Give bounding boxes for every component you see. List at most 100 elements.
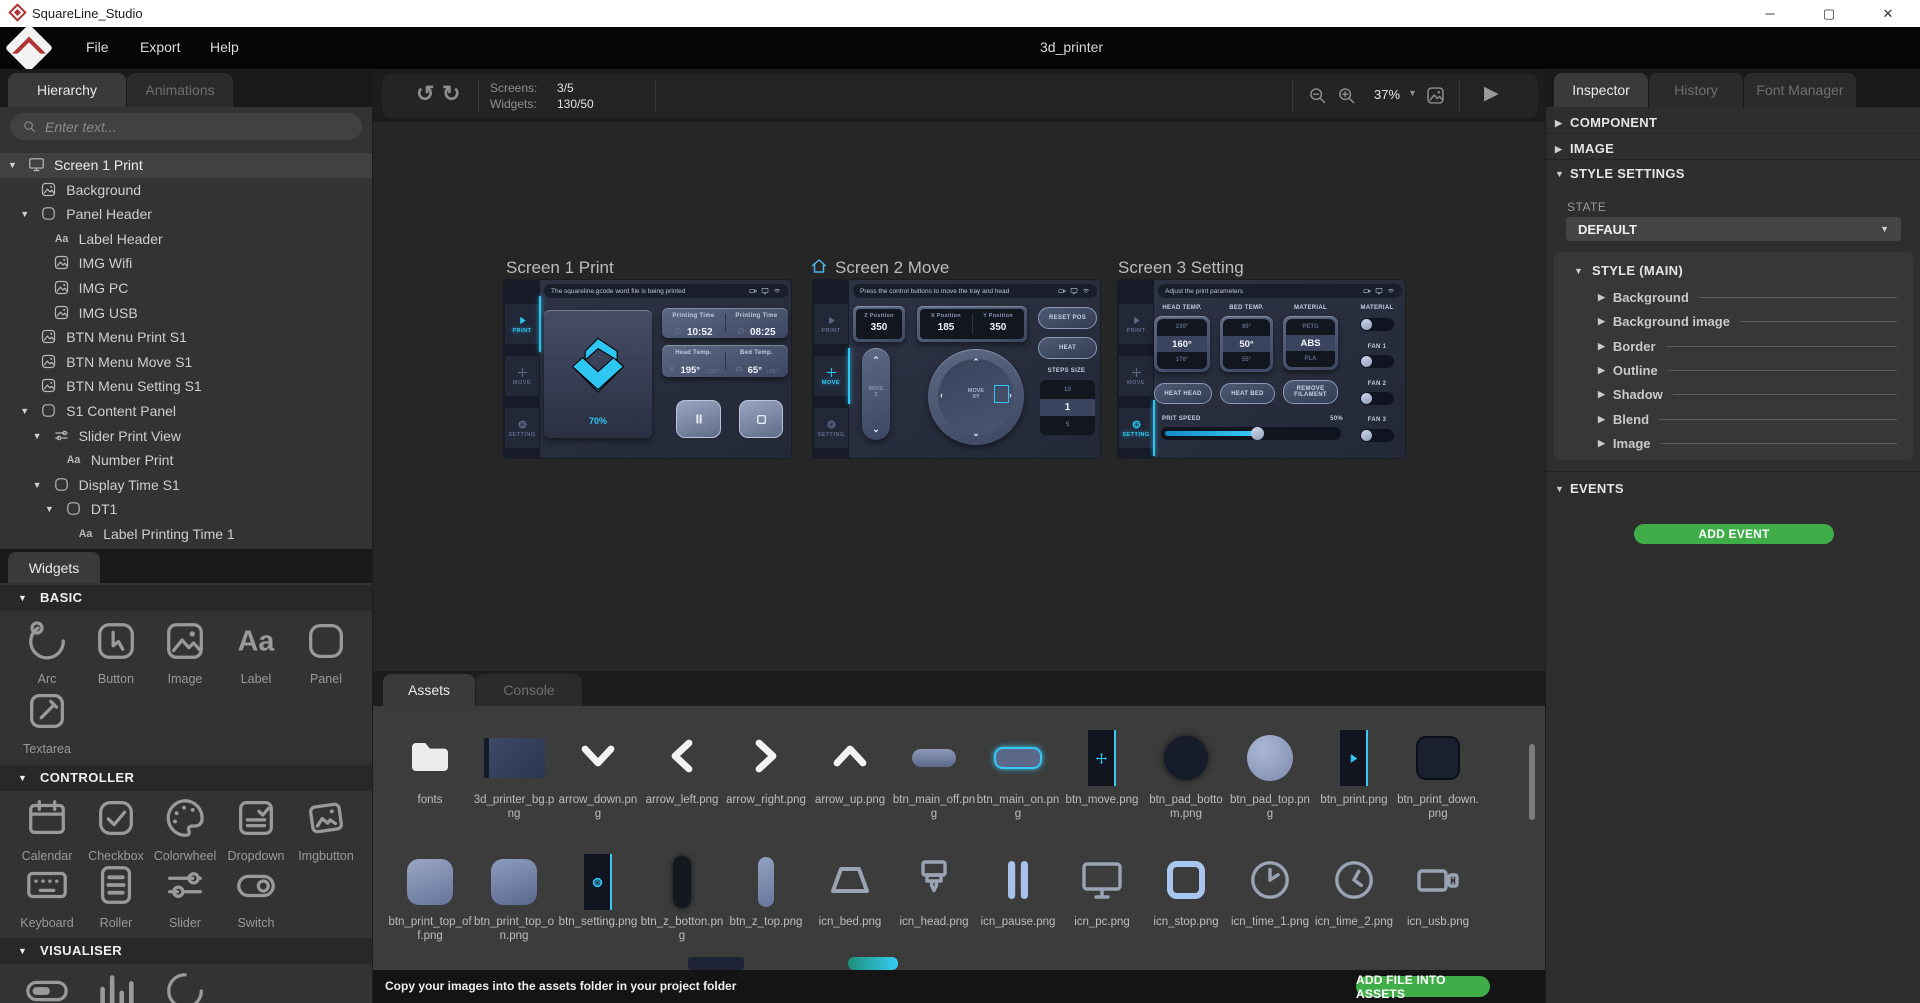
stop-button[interactable] [739,400,783,438]
move-xy-dial[interactable]: ⌃ ⌄ ‹ › MOVEXY [928,349,1024,445]
switch-fan-3[interactable] [1360,429,1394,442]
asset-icn_usb.png[interactable] [1396,850,1480,914]
screen3-thumbnail[interactable]: PRINT MOVE SETTING Adjust the print para… [1118,280,1405,458]
asset-icn_time_1.png[interactable] [1228,850,1312,914]
widget-dropdown[interactable]: Dropdown [221,795,291,863]
switch-fan-1[interactable] [1360,355,1394,368]
screen1-menu-print[interactable]: PRINT [505,304,539,344]
asset-btn_print_down.png[interactable] [1396,726,1480,790]
widget-chart[interactable] [81,968,151,1003]
play-button[interactable]: ▶ [1484,82,1499,105]
widget-panel[interactable]: Panel [291,618,361,686]
print-speed-slider[interactable] [1161,427,1341,440]
style-item-background-image[interactable]: ▶Background image [1554,314,1913,329]
tab-assets[interactable]: Assets [383,674,475,706]
zoom-out-icon[interactable] [1307,85,1328,106]
widget-roller[interactable]: Roller [81,862,151,930]
tree-row[interactable]: ▼Display Time S1 [0,473,373,498]
heat-button[interactable]: HEAT [1038,337,1097,359]
asset-btn_print_top_on.png[interactable] [472,850,556,914]
tree-row[interactable]: IMG USB [0,301,373,326]
tree-row[interactable]: AaLabel Header [0,227,373,252]
style-item-border[interactable]: ▶Border [1554,339,1913,354]
screen3-menu-move[interactable]: MOVE [1119,356,1153,396]
asset-btn_z_botton.png[interactable] [640,850,724,914]
expander-icon[interactable]: ▼ [33,431,42,441]
widget-colorwheel[interactable]: Colorwheel [150,795,220,863]
section-header-basic[interactable]: ▼BASIC [0,585,373,611]
asset-partial-thumb[interactable] [848,957,898,970]
style-item-outline[interactable]: ▶Outline [1554,363,1913,378]
asset-btn_print.png[interactable] [1312,726,1396,790]
zoom-level[interactable]: 37% [1374,87,1400,102]
expander-icon[interactable]: ▼ [33,480,42,490]
material-roller[interactable]: PETG ABS PLA [1283,316,1338,370]
tab-inspector[interactable]: Inspector [1554,73,1648,107]
remove-filament-button[interactable]: REMOVE FILAMENT [1283,380,1338,404]
asset-fonts[interactable] [388,726,472,790]
expander-icon[interactable]: ▼ [20,209,29,219]
tree-row[interactable]: ▼DT1 [0,497,373,522]
asset-btn_main_on.png[interactable] [976,726,1060,790]
screen2-menu-move[interactable]: MOVE [814,356,848,396]
heat-bed-button[interactable]: HEAT BED [1220,383,1275,404]
pause-button[interactable] [676,400,721,438]
menu-help[interactable]: Help [210,39,239,55]
menu-export[interactable]: Export [140,39,180,55]
menu-file[interactable]: File [86,39,109,55]
tree-row[interactable]: ▼Screen 1 Print [0,153,373,178]
widget-slider[interactable]: Slider [150,862,220,930]
screen1-menu-setting[interactable]: SETTING [505,408,539,448]
widget-arc[interactable]: Arc [12,618,82,686]
expander-icon[interactable]: ▼ [20,406,29,416]
tree-row[interactable]: Background [0,178,373,203]
maximize-button[interactable]: ▢ [1807,0,1851,27]
tab-hierarchy[interactable]: Hierarchy [8,73,126,107]
screen2-menu-setting[interactable]: SETTING [814,408,848,448]
asset-arrow_right.png[interactable] [724,726,808,790]
widget-textarea[interactable]: Textarea [12,688,82,756]
reset-pos-button[interactable]: RESET POS [1038,307,1097,329]
asset-btn_z_top.png[interactable] [724,850,808,914]
asset-btn_pad_bottom.png[interactable] [1144,726,1228,790]
zoom-in-icon[interactable] [1336,85,1357,106]
minimize-button[interactable]: ─ [1748,0,1792,27]
tree-row[interactable]: BTN Menu Print S1 [0,325,373,350]
widget-calendar[interactable]: Calendar [12,795,82,863]
tree-row[interactable]: AaLabel Printing Time 1 [0,522,373,547]
expander-icon[interactable]: ▼ [8,160,17,170]
style-item-blend[interactable]: ▶Blend [1554,412,1913,427]
asset-3d_printer_bg.png[interactable] [472,726,556,790]
asset-btn_main_off.png[interactable] [892,726,976,790]
screen3-menu-print[interactable]: PRINT [1119,304,1153,344]
switch-material[interactable] [1360,318,1394,331]
fit-view-icon[interactable] [1425,85,1446,106]
tab-widgets[interactable]: Widgets [8,552,100,583]
widget-button[interactable]: Button [81,618,151,686]
tree-row[interactable]: ▼Slider Print View [0,424,373,449]
head-temp-roller[interactable]: 230° 160° 170° [1154,316,1210,372]
zoom-dropdown-icon[interactable]: ▼ [1408,88,1417,98]
screen1-menu-move[interactable]: MOVE [505,356,539,396]
widget-label[interactable]: AaLabel [221,618,291,686]
asset-icn_stop.png[interactable] [1144,850,1228,914]
switch-fan-2[interactable] [1360,392,1394,405]
assets-scrollbar[interactable] [1529,744,1535,820]
screen1-title[interactable]: Screen 1 Print [506,258,614,278]
asset-icn_time_2.png[interactable] [1312,850,1396,914]
tab-animations[interactable]: Animations [127,73,233,107]
screen2-thumbnail[interactable]: PRINT MOVE SETTING Press the control but… [813,280,1100,458]
section-header-controller[interactable]: ▼CONTROLLER [0,765,373,791]
asset-arrow_up.png[interactable] [808,726,892,790]
widget-checkbox[interactable]: Checkbox [81,795,151,863]
tree-row[interactable]: ▼S1 Content Panel [0,399,373,424]
asset-icn_pause.png[interactable] [976,850,1060,914]
tree-row[interactable]: BTN Menu Setting S1 [0,374,373,399]
asset-icn_bed.png[interactable] [808,850,892,914]
widget-spinner[interactable] [150,968,220,1003]
screen2-menu-print[interactable]: PRINT [814,304,848,344]
widget-switch[interactable]: Switch [221,862,291,930]
widget-keyboard[interactable]: Keyboard [12,862,82,930]
widget-image[interactable]: Image [150,618,220,686]
tree-row[interactable]: IMG PC [0,276,373,301]
